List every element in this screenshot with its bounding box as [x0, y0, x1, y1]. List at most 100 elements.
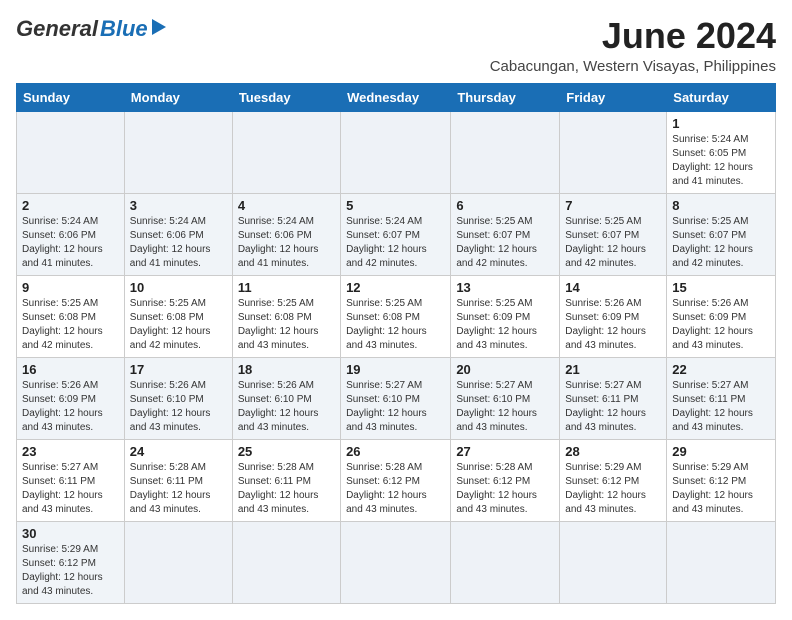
day-number: 27	[456, 444, 554, 459]
logo-general-text: General	[16, 16, 98, 42]
calendar-day-cell: 30Sunrise: 5:29 AM Sunset: 6:12 PM Dayli…	[17, 521, 125, 603]
day-number: 1	[672, 116, 770, 131]
day-info: Sunrise: 5:26 AM Sunset: 6:10 PM Dayligh…	[238, 379, 335, 435]
day-info: Sunrise: 5:24 AM Sunset: 6:06 PM Dayligh…	[22, 215, 119, 271]
day-info: Sunrise: 5:26 AM Sunset: 6:09 PM Dayligh…	[22, 379, 119, 435]
day-number: 14	[565, 280, 661, 295]
calendar-day-cell	[451, 111, 560, 193]
day-info: Sunrise: 5:28 AM Sunset: 6:12 PM Dayligh…	[346, 461, 445, 517]
day-number: 3	[130, 198, 227, 213]
day-info: Sunrise: 5:29 AM Sunset: 6:12 PM Dayligh…	[672, 461, 770, 517]
day-number: 24	[130, 444, 227, 459]
day-info: Sunrise: 5:26 AM Sunset: 6:10 PM Dayligh…	[130, 379, 227, 435]
header-sunday: Sunday	[17, 83, 125, 111]
calendar-day-cell	[17, 111, 125, 193]
day-number: 17	[130, 362, 227, 377]
calendar-day-cell: 26Sunrise: 5:28 AM Sunset: 6:12 PM Dayli…	[341, 439, 451, 521]
calendar-day-cell: 5 Sunrise: 5:24 AM Sunset: 6:07 PM Daylig…	[341, 193, 451, 275]
calendar-day-cell: 24 Sunrise: 5:28 AM Sunset: 6:11 PM Dayli…	[124, 439, 232, 521]
day-info: Sunrise: 5:24 AM Sunset: 6:05 PM Dayligh…	[672, 133, 770, 189]
calendar-week-row: 2 Sunrise: 5:24 AM Sunset: 6:06 PM Daylig…	[17, 193, 776, 275]
day-info: Sunrise: 5:24 AM Sunset: 6:06 PM Dayligh…	[238, 215, 335, 271]
calendar-week-row: 16 Sunrise: 5:26 AM Sunset: 6:09 PM Dayli…	[17, 357, 776, 439]
calendar-day-cell: 3 Sunrise: 5:24 AM Sunset: 6:06 PM Daylig…	[124, 193, 232, 275]
calendar-day-cell: 16 Sunrise: 5:26 AM Sunset: 6:09 PM Dayli…	[17, 357, 125, 439]
day-info: Sunrise: 5:27 AM Sunset: 6:10 PM Dayligh…	[346, 379, 445, 435]
day-number: 9	[22, 280, 119, 295]
day-info: Sunrise: 5:28 AM Sunset: 6:12 PM Dayligh…	[456, 461, 554, 517]
day-number: 2	[22, 198, 119, 213]
day-info: Sunrise: 5:29 AM Sunset: 6:12 PM Dayligh…	[565, 461, 661, 517]
calendar-day-cell: 2 Sunrise: 5:24 AM Sunset: 6:06 PM Daylig…	[17, 193, 125, 275]
calendar-day-cell: 9 Sunrise: 5:25 AM Sunset: 6:08 PM Daylig…	[17, 275, 125, 357]
day-number: 7	[565, 198, 661, 213]
day-info: Sunrise: 5:28 AM Sunset: 6:11 PM Dayligh…	[130, 461, 227, 517]
calendar-table: Sunday Monday Tuesday Wednesday Thursday…	[16, 83, 776, 604]
day-number: 28	[565, 444, 661, 459]
header-tuesday: Tuesday	[232, 83, 340, 111]
title-area: June 2024 Cabacungan, Western Visayas, P…	[490, 16, 776, 75]
day-info: Sunrise: 5:24 AM Sunset: 6:06 PM Dayligh…	[130, 215, 227, 271]
day-number: 30	[22, 526, 119, 541]
logo-blue-text: Blue	[100, 16, 148, 42]
calendar-day-cell	[124, 111, 232, 193]
day-number: 25	[238, 444, 335, 459]
calendar-week-row: 30Sunrise: 5:29 AM Sunset: 6:12 PM Dayli…	[17, 521, 776, 603]
day-number: 13	[456, 280, 554, 295]
header-monday: Monday	[124, 83, 232, 111]
day-info: Sunrise: 5:25 AM Sunset: 6:08 PM Dayligh…	[346, 297, 445, 353]
day-info: Sunrise: 5:24 AM Sunset: 6:07 PM Dayligh…	[346, 215, 445, 271]
day-info: Sunrise: 5:25 AM Sunset: 6:07 PM Dayligh…	[672, 215, 770, 271]
calendar-day-cell: 25 Sunrise: 5:28 AM Sunset: 6:11 PM Dayli…	[232, 439, 340, 521]
day-number: 12	[346, 280, 445, 295]
calendar-day-cell: 13Sunrise: 5:25 AM Sunset: 6:09 PM Dayli…	[451, 275, 560, 357]
day-info: Sunrise: 5:26 AM Sunset: 6:09 PM Dayligh…	[672, 297, 770, 353]
day-info: Sunrise: 5:25 AM Sunset: 6:07 PM Dayligh…	[456, 215, 554, 271]
day-info: Sunrise: 5:25 AM Sunset: 6:08 PM Dayligh…	[238, 297, 335, 353]
calendar-week-row: 23 Sunrise: 5:27 AM Sunset: 6:11 PM Dayli…	[17, 439, 776, 521]
header-thursday: Thursday	[451, 83, 560, 111]
calendar-day-cell: 20Sunrise: 5:27 AM Sunset: 6:10 PM Dayli…	[451, 357, 560, 439]
header: General Blue June 2024 Cabacungan, Weste…	[16, 16, 776, 75]
header-row: Sunday Monday Tuesday Wednesday Thursday…	[17, 83, 776, 111]
day-number: 20	[456, 362, 554, 377]
calendar-day-cell	[124, 521, 232, 603]
day-number: 10	[130, 280, 227, 295]
day-number: 23	[22, 444, 119, 459]
calendar-day-cell	[341, 521, 451, 603]
day-number: 5	[346, 198, 445, 213]
day-number: 18	[238, 362, 335, 377]
calendar-day-cell: 17 Sunrise: 5:26 AM Sunset: 6:10 PM Dayli…	[124, 357, 232, 439]
calendar-day-cell: 8Sunrise: 5:25 AM Sunset: 6:07 PM Daylig…	[667, 193, 776, 275]
day-info: Sunrise: 5:27 AM Sunset: 6:11 PM Dayligh…	[22, 461, 119, 517]
calendar-day-cell: 22Sunrise: 5:27 AM Sunset: 6:11 PM Dayli…	[667, 357, 776, 439]
day-number: 19	[346, 362, 445, 377]
page-container: General Blue June 2024 Cabacungan, Weste…	[16, 16, 776, 604]
calendar-day-cell	[341, 111, 451, 193]
calendar-day-cell	[451, 521, 560, 603]
calendar-day-cell	[560, 111, 667, 193]
calendar-week-row: 9 Sunrise: 5:25 AM Sunset: 6:08 PM Daylig…	[17, 275, 776, 357]
header-wednesday: Wednesday	[341, 83, 451, 111]
header-friday: Friday	[560, 83, 667, 111]
day-info: Sunrise: 5:28 AM Sunset: 6:11 PM Dayligh…	[238, 461, 335, 517]
day-info: Sunrise: 5:25 AM Sunset: 6:07 PM Dayligh…	[565, 215, 661, 271]
day-number: 6	[456, 198, 554, 213]
day-number: 15	[672, 280, 770, 295]
header-saturday: Saturday	[667, 83, 776, 111]
calendar-day-cell	[667, 521, 776, 603]
day-number: 22	[672, 362, 770, 377]
day-number: 29	[672, 444, 770, 459]
day-number: 16	[22, 362, 119, 377]
calendar-day-cell: 21Sunrise: 5:27 AM Sunset: 6:11 PM Dayli…	[560, 357, 667, 439]
calendar-day-cell: 10Sunrise: 5:25 AM Sunset: 6:08 PM Dayli…	[124, 275, 232, 357]
calendar-day-cell: 27 Sunrise: 5:28 AM Sunset: 6:12 PM Dayli…	[451, 439, 560, 521]
day-number: 11	[238, 280, 335, 295]
calendar-day-cell: 4Sunrise: 5:24 AM Sunset: 6:06 PM Daylig…	[232, 193, 340, 275]
calendar-day-cell: 12 Sunrise: 5:25 AM Sunset: 6:08 PM Dayli…	[341, 275, 451, 357]
logo-area: General Blue	[16, 16, 166, 42]
calendar-day-cell	[232, 521, 340, 603]
day-info: Sunrise: 5:25 AM Sunset: 6:08 PM Dayligh…	[22, 297, 119, 353]
calendar-day-cell	[232, 111, 340, 193]
calendar-day-cell: 19 Sunrise: 5:27 AM Sunset: 6:10 PM Dayli…	[341, 357, 451, 439]
